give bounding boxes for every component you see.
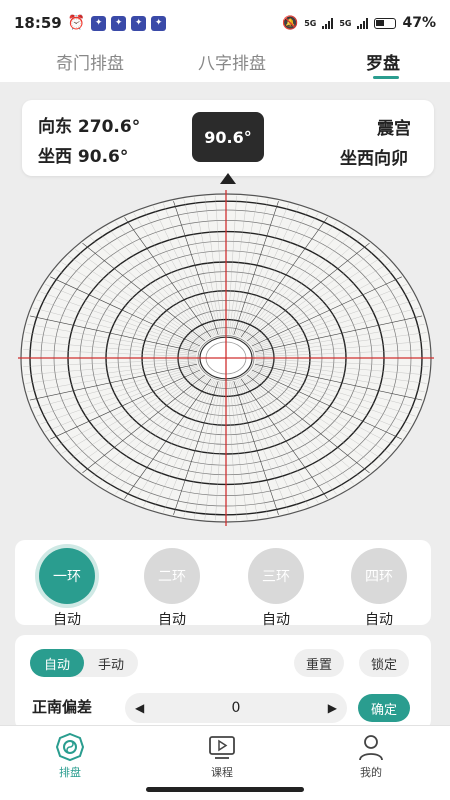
status-time: 18:59 — [14, 14, 62, 32]
decrease-icon[interactable]: ◀ — [135, 701, 144, 715]
compass-rings-svg — [18, 190, 434, 526]
ring-3-mode: 自动 — [262, 612, 290, 628]
facing-direction: 向东 270.6° — [38, 117, 141, 137]
nav-course[interactable]: 课程 — [192, 732, 252, 780]
rings-card: 一环 自动 二环 自动 三环 自动 四环 自动 — [15, 540, 431, 628]
notification-icon: ✦ — [111, 15, 127, 31]
network-5g-1: 5G — [304, 18, 317, 28]
nav-paipan[interactable]: 排盘 — [40, 732, 100, 780]
ring-3[interactable]: 三环 自动 — [246, 548, 306, 629]
mute-icon: 🔕 — [282, 15, 299, 31]
status-indicators: 🔕 5G 5G 47% — [282, 15, 436, 31]
nav-profile-label: 我的 — [360, 766, 382, 779]
pointer-triangle-icon — [220, 173, 236, 184]
user-icon — [341, 732, 401, 762]
offset-label: 正南偏差 — [32, 698, 93, 716]
ring-4-mode: 自动 — [365, 612, 393, 628]
active-tab-indicator — [373, 76, 399, 79]
ring-2-button[interactable]: 二环 — [144, 548, 200, 604]
degree-badge: 90.6° — [192, 112, 264, 162]
bagua-icon — [40, 732, 100, 762]
ring-4-button[interactable]: 四环 — [351, 548, 407, 604]
ring-1[interactable]: 一环 自动 — [37, 548, 97, 629]
notification-icon: ✦ — [131, 15, 147, 31]
offset-value[interactable]: 0 — [232, 700, 241, 716]
mode-toggle[interactable]: 自动 手动 — [30, 649, 138, 677]
nav-profile[interactable]: 我的 — [341, 732, 401, 780]
ring-1-mode: 自动 — [53, 612, 81, 628]
nav-course-label: 课程 — [211, 766, 233, 779]
tab-bazi[interactable]: 八字排盘 — [198, 49, 266, 74]
signal-icon — [357, 17, 369, 29]
top-tabs: 奇门排盘 八字排盘 罗盘 — [0, 46, 450, 82]
battery-icon — [374, 17, 397, 29]
ring-1-button[interactable]: 一环 — [39, 548, 95, 604]
tab-qimen[interactable]: 奇门排盘 — [56, 49, 124, 74]
battery-percent: 47% — [402, 15, 436, 31]
manual-mode-button[interactable]: 手动 — [84, 649, 138, 677]
ring-2-mode: 自动 — [158, 612, 186, 628]
sitting-direction: 坐西 90.6° — [38, 147, 129, 167]
compass-dial[interactable] — [18, 190, 434, 526]
tab-compass[interactable]: 罗盘 — [366, 49, 400, 74]
network-5g-2: 5G — [339, 18, 352, 28]
notification-icon: ✦ — [91, 15, 107, 31]
confirm-button[interactable]: 确定 — [358, 694, 410, 722]
signal-icon — [322, 17, 334, 29]
orientation-label: 坐西向卯 — [340, 149, 408, 169]
increase-icon[interactable]: ▶ — [328, 701, 337, 715]
reset-button[interactable]: 重置 — [294, 649, 345, 677]
ring-2[interactable]: 二环 自动 — [142, 548, 202, 629]
notification-icon: ✦ — [151, 15, 167, 31]
palace-label: 震宫 — [377, 119, 411, 139]
nav-paipan-label: 排盘 — [59, 766, 81, 779]
auto-mode-button[interactable]: 自动 — [30, 649, 84, 677]
status-bar: 18:59 ⏰ ✦ ✦ ✦ ✦ 🔕 5G 5G 47% — [0, 0, 450, 46]
ring-3-button[interactable]: 三环 — [248, 548, 304, 604]
lock-button[interactable]: 锁定 — [359, 649, 410, 677]
home-indicator — [146, 787, 304, 792]
video-icon — [192, 732, 252, 762]
alarm-icon: ⏰ — [67, 15, 86, 31]
offset-stepper[interactable]: ◀ 0 ▶ — [125, 693, 347, 723]
controls-card: 自动 手动 重置 锁定 正南偏差 ◀ 0 ▶ 确定 — [15, 635, 431, 730]
ring-4[interactable]: 四环 自动 — [349, 548, 409, 629]
